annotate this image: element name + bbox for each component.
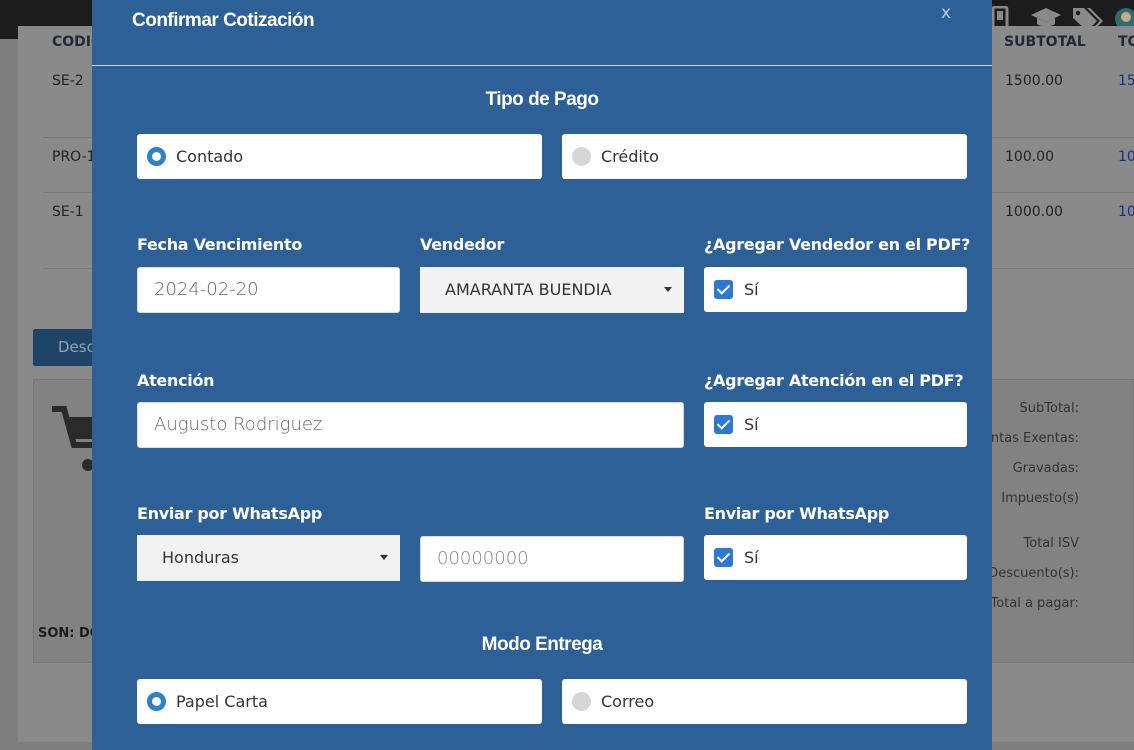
whatsapp-label: Enviar por WhatsApp — [137, 504, 322, 523]
chevron-down-icon — [664, 287, 672, 292]
payment-option-credito[interactable]: Crédito — [562, 134, 967, 179]
table-cell-subtotal: 1500.00 — [1005, 73, 1063, 89]
delivery-mode-title: Modo Entrega — [481, 634, 603, 655]
delivery-option-papel-carta[interactable]: Papel Carta — [137, 679, 542, 724]
attention-input[interactable]: Augusto Rodriguez — [137, 402, 684, 448]
close-icon[interactable]: x — [941, 3, 951, 23]
table-cell-subtotal: 1000.00 — [1005, 204, 1063, 220]
confirm-quote-modal: Confirmar Cotización x Tipo de Pago Cont… — [92, 0, 992, 750]
country-select-value: Honduras — [162, 548, 239, 567]
payment-option-contado[interactable]: Contado — [137, 134, 542, 179]
seller-label: Vendedor — [420, 235, 504, 254]
add-attention-pdf-checkbox[interactable]: Sí — [704, 402, 967, 447]
add-seller-pdf-label: ¿Agregar Vendedor en el PDF? — [704, 235, 971, 254]
checkbox-checked[interactable] — [714, 280, 733, 299]
add-attention-pdf-label: ¿Agregar Atención en el PDF? — [704, 371, 964, 390]
checkbox-label: Sí — [744, 415, 759, 434]
table-cell-total: 10 — [1118, 149, 1134, 165]
whatsapp-check-label: Enviar por WhatsApp — [704, 504, 889, 523]
payment-type-title: Tipo de Pago — [485, 89, 599, 110]
table-cell-code: PRO-1 — [52, 149, 96, 165]
radio-unselected[interactable] — [572, 692, 591, 711]
delivery-option-label: Papel Carta — [176, 692, 268, 711]
seller-select-value: AMARANTA BUENDIA — [445, 280, 612, 299]
checkbox-label: Sí — [744, 280, 759, 299]
country-select[interactable]: Honduras — [137, 535, 400, 581]
whatsapp-checkbox[interactable]: Sí — [704, 535, 967, 580]
radio-unselected[interactable] — [572, 147, 591, 166]
modal-title: Confirmar Cotización — [132, 10, 315, 31]
due-date-label: Fecha Vencimiento — [137, 235, 303, 254]
table-cell-subtotal: 100.00 — [1005, 149, 1054, 165]
checkbox-label: Sí — [744, 548, 759, 567]
table-header-total: TO — [1118, 34, 1134, 50]
delivery-option-correo[interactable]: Correo — [562, 679, 967, 724]
table-cell-code: SE-1 — [52, 204, 84, 220]
checkbox-checked[interactable] — [714, 548, 733, 567]
chevron-down-icon — [380, 555, 388, 560]
payment-option-label: Contado — [176, 147, 244, 166]
table-cell-total: 15 — [1118, 73, 1134, 89]
add-seller-pdf-checkbox[interactable]: Sí — [704, 267, 967, 312]
payment-option-label: Crédito — [601, 147, 659, 166]
seller-select[interactable]: AMARANTA BUENDIA — [420, 267, 684, 313]
whatsapp-phone-input[interactable]: 00000000 — [420, 536, 684, 582]
modal-header: Confirmar Cotización x — [92, 0, 992, 66]
attention-label: Atención — [137, 371, 215, 390]
delivery-option-label: Correo — [601, 692, 655, 711]
due-date-input[interactable]: 2024-02-20 — [137, 267, 400, 313]
checkbox-checked[interactable] — [714, 415, 733, 434]
table-cell-code: SE-2 — [52, 73, 84, 89]
radio-selected[interactable] — [147, 147, 166, 166]
table-cell-total: 10 — [1118, 204, 1134, 220]
radio-selected[interactable] — [147, 692, 166, 711]
table-header-subtotal: SUBTOTAL — [1004, 34, 1086, 50]
